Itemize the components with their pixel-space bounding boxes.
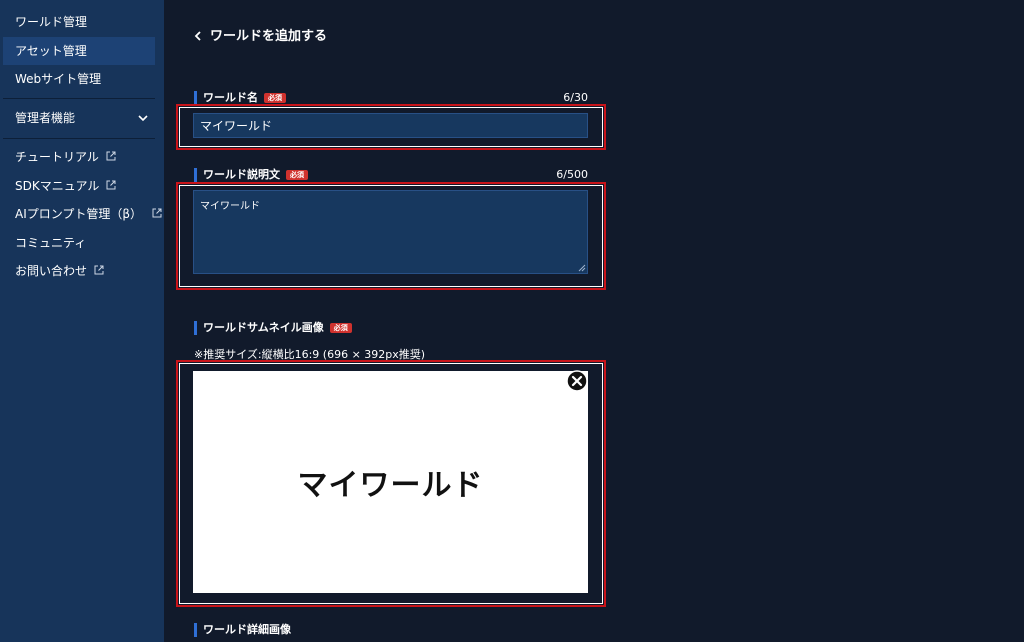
sidebar-item-assets[interactable]: アセット管理	[3, 37, 155, 65]
sidebar-item-world[interactable]: ワールド管理	[3, 8, 155, 36]
world-thumbnail-label: ワールドサムネイル画像 必須	[194, 321, 352, 335]
world-name-input[interactable]	[193, 113, 588, 138]
required-badge: 必須	[286, 170, 308, 180]
external-link-icon	[106, 180, 116, 190]
sidebar-item-sdk-manual[interactable]: SDKマニュアル	[3, 172, 155, 200]
chevron-left-icon	[194, 30, 201, 41]
external-link-icon	[106, 151, 116, 161]
resize-grip-icon[interactable]	[578, 264, 586, 272]
required-badge: 必須	[329, 323, 352, 333]
world-description-label: ワールド説明文 必須	[194, 168, 308, 182]
sidebar-item-label: 管理者機能	[15, 111, 76, 125]
sidebar-divider	[3, 138, 155, 139]
sidebar-item-label: AIプロンプト管理（β）	[15, 207, 143, 221]
sidebar-divider	[3, 98, 155, 99]
sidebar-item-label: Webサイト管理	[15, 72, 102, 86]
world-detail-image-label: ワールド詳細画像	[194, 623, 291, 637]
thumbnail-preview-text: マイワールド	[297, 468, 484, 503]
sidebar-item-ai-prompt[interactable]: AIプロンプト管理（β）	[3, 200, 162, 228]
page-title: ワールドを追加する	[210, 29, 328, 44]
world-name-counter: 6/30	[563, 91, 588, 104]
world-name-label: ワールド名 必須	[194, 91, 286, 105]
sidebar-item-contact[interactable]: お問い合わせ	[3, 257, 155, 285]
world-description-textarea[interactable]: マイワールド	[193, 190, 588, 274]
required-badge: 必須	[264, 93, 286, 103]
sidebar-item-label: ワールド管理	[15, 15, 88, 29]
external-link-icon	[94, 265, 104, 275]
sidebar-item-admin[interactable]: 管理者機能	[3, 104, 155, 132]
chevron-down-icon	[138, 115, 148, 122]
external-link-icon	[152, 208, 162, 218]
back-button[interactable]: ワールドを追加する	[194, 28, 327, 46]
sidebar: ワールド管理 アセット管理 Webサイト管理 管理者機能 チュートリアル SDK…	[0, 0, 164, 642]
sidebar-item-tutorial[interactable]: チュートリアル	[3, 143, 155, 171]
sidebar-item-label: アセット管理	[15, 44, 87, 58]
sidebar-item-label: チュートリアル	[15, 150, 99, 164]
sidebar-item-website[interactable]: Webサイト管理	[3, 65, 155, 93]
main-content: ワールドを追加する ワールド名必須 6/30 ワールド説明文必須 6/500 マ…	[164, 0, 1024, 642]
sidebar-item-label: お問い合わせ	[15, 264, 88, 278]
thumbnail-preview: マイワールド	[193, 371, 588, 593]
world-description-counter: 6/500	[556, 168, 588, 181]
sidebar-item-label: コミュニティ	[15, 236, 87, 250]
remove-thumbnail-close-icon[interactable]	[566, 370, 588, 392]
sidebar-item-label: SDKマニュアル	[15, 179, 100, 193]
sidebar-item-community[interactable]: コミュニティ	[3, 229, 155, 257]
